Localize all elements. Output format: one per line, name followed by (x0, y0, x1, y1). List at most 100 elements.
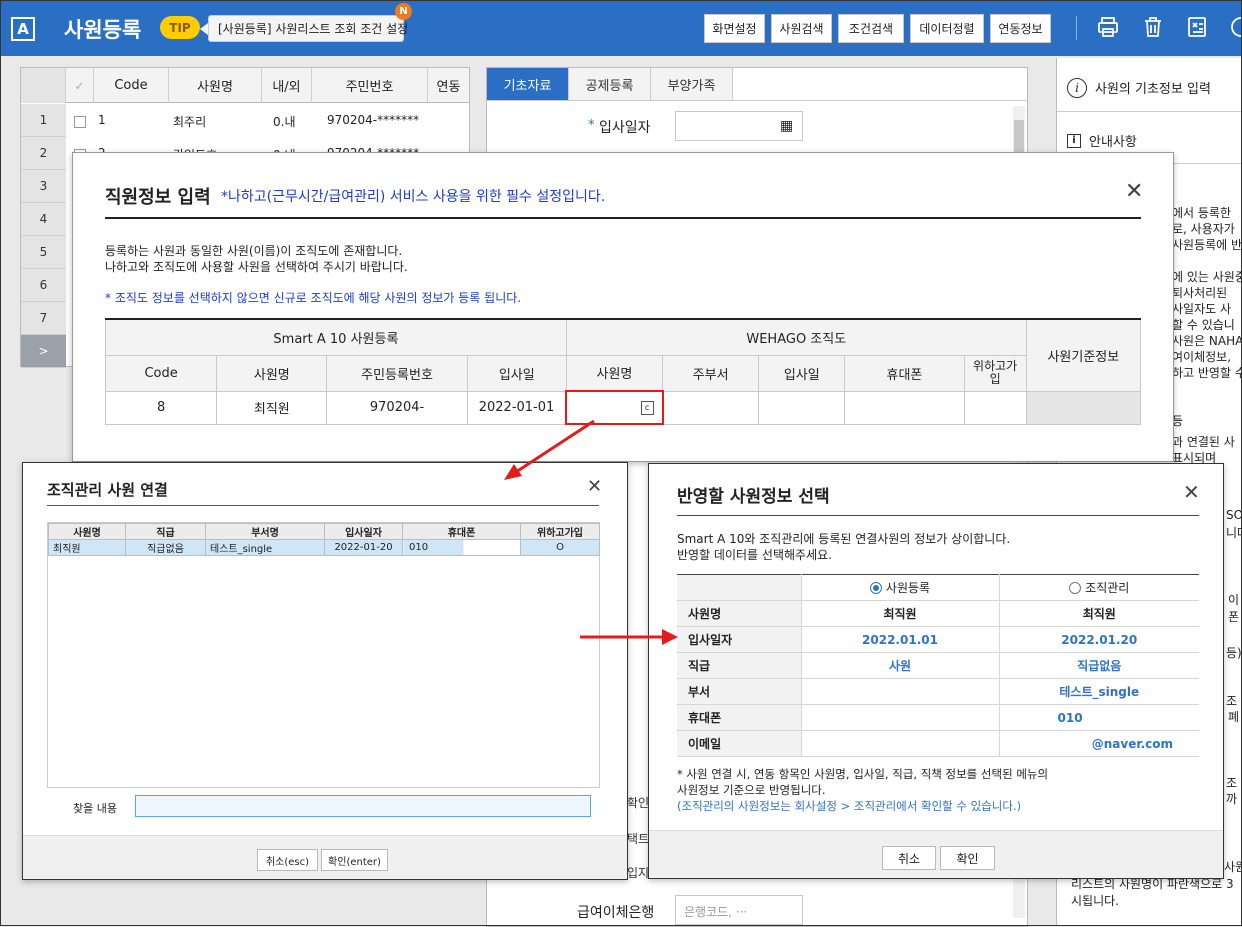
help-text-fragment: 사원등록에 반 (1172, 238, 1242, 252)
col-header: 사원명 (565, 354, 664, 392)
select-all-check[interactable]: ✓ (66, 68, 94, 103)
col-resident-id[interactable]: 주민번호 (312, 68, 428, 103)
text-fragment: 택트 (627, 832, 650, 846)
tip-arrow (200, 23, 208, 35)
value-a: 사원 (801, 652, 1000, 679)
col-header: 주부서 (662, 354, 760, 392)
search-input[interactable] (135, 795, 591, 817)
employee-search-button[interactable]: 사원검색 (771, 14, 832, 43)
col-header: 사원명 (216, 354, 328, 392)
calendar-icon[interactable]: ▦ (780, 118, 793, 134)
table-row[interactable]: 최직원 직급없음 테스트_single 2022-01-20 010 O (48, 539, 600, 556)
help-text-fragment: 사원 (1224, 860, 1242, 874)
notice-icon: i (1067, 133, 1081, 148)
more-icon[interactable] (1226, 12, 1242, 42)
dialog-title: 직원정보 입력 (105, 187, 211, 208)
cell-phone (844, 390, 965, 425)
dialog-note: * 조직도 정보를 선택하지 않으면 신규로 조직도에 해당 사원의 정보가 등… (105, 291, 522, 305)
col-type[interactable]: 내/외 (262, 68, 312, 103)
dialog-desc: Smart A 10와 조직관리에 등록된 연결사원의 정보가 상이합니다. (677, 532, 1011, 546)
dialog-note: * 사원 연결 시, 연동 항목인 사원명, 입사일, 직급, 직책 정보를 선… (677, 767, 1049, 781)
mapping-table: Smart A 10 사원등록 WEHAGO 조직도 사원기준정보 Code 사… (104, 318, 1142, 425)
value-a (801, 678, 1000, 705)
col-header: 휴대폰 (402, 523, 521, 540)
condition-search-button[interactable]: 조건검색 (838, 14, 904, 43)
col-header: 직급 (125, 523, 206, 540)
data-sort-button[interactable]: 데이터정렬 (910, 14, 984, 43)
col-header: 위하고가입 (520, 523, 600, 540)
help-text-fragment: 까 (1226, 792, 1238, 806)
dialog-note: 사원정보 기준으로 반영됩니다. (677, 783, 826, 797)
row-name[interactable]: 최주리 (173, 113, 206, 130)
excel-icon[interactable] (1182, 12, 1212, 42)
row-label: 사원명 (677, 600, 802, 627)
search-label: 찾을 내용 (73, 802, 117, 815)
trash-icon[interactable] (1138, 12, 1168, 42)
row-label: 입사일자 (677, 626, 802, 653)
option-employee-reg[interactable]: 사원등록 (801, 574, 1000, 601)
cell-rank: 직급없음 (125, 539, 206, 556)
hire-date-input[interactable]: ▦ (675, 111, 803, 141)
row-label: 직급 (677, 652, 802, 679)
row-number: 1 (21, 104, 66, 137)
tip-badge[interactable]: TIP (160, 16, 200, 39)
col-header: 위하고가입 (963, 354, 1027, 392)
print-icon[interactable] (1093, 12, 1123, 42)
radio-unselected[interactable] (1069, 582, 1082, 594)
close-icon[interactable]: ✕ (1125, 181, 1143, 203)
bank-code-input[interactable]: 은행코드, ··· (675, 895, 803, 925)
text-fragment: 입지 (627, 866, 650, 880)
value-a (801, 704, 1000, 731)
cell-dept (662, 390, 760, 425)
help-text-fragment: 조 (1226, 694, 1238, 708)
radio-selected[interactable] (869, 582, 882, 594)
help-text-fragment: 시됩니다. (1071, 894, 1119, 908)
row-checkbox[interactable] (74, 116, 86, 128)
cell-name: 최직원 (216, 390, 328, 425)
row-number: 4 (21, 203, 66, 236)
close-icon[interactable]: ✕ (1183, 482, 1200, 502)
dialog-note-link: (조직관리의 사원정보는 회사설정 > 조직관리에서 확인할 수 있습니다.) (677, 799, 1022, 813)
help-text-fragment: 사원은 NAHAG (1172, 334, 1242, 348)
help-text-fragment: 등) (1226, 646, 1242, 660)
group-header: Smart A 10 사원등록 (105, 318, 567, 356)
page-title: 사원등록 (64, 18, 142, 42)
tab-dependents[interactable]: 부양가족 (651, 68, 733, 100)
org-name-lookup-cell[interactable]: c (565, 390, 664, 425)
help-text-fragment: 니다 (1226, 526, 1242, 540)
ok-button[interactable]: 확인(enter) (321, 849, 388, 871)
tip-text[interactable]: [사원등록] 사원리스트 조회 조건 설정 (208, 15, 408, 42)
link-info-button[interactable]: 연동정보 (990, 14, 1051, 43)
close-icon[interactable]: ✕ (587, 478, 602, 496)
cancel-button[interactable]: 취소 (882, 846, 936, 870)
value-b: @naver.com (999, 730, 1199, 757)
help-text-fragment: 하고 반영할 수 (1172, 366, 1242, 380)
ok-button[interactable]: 확인 (940, 846, 995, 870)
help-text-fragment: 과 연결된 사 (1172, 435, 1235, 449)
cell-standard (1025, 390, 1142, 425)
org-link-dialog: 조직관리 사원 연결 ✕ 사원명 직급 부서명 입사일자 휴대폰 위하고가입 최… (22, 462, 628, 880)
required-mark: * (588, 118, 595, 133)
cancel-button[interactable]: 취소(esc) (257, 849, 318, 871)
value-b: 테스트_single (999, 678, 1199, 705)
col-code[interactable]: Code (94, 68, 169, 103)
value-b: 최직원 (999, 600, 1199, 627)
screen-settings-button[interactable]: 화면설정 (704, 14, 765, 43)
cell-joined: O (520, 539, 600, 556)
app-icon[interactable]: A (11, 17, 35, 41)
value-a: 최직원 (801, 600, 1000, 627)
lookup-icon[interactable]: c (640, 401, 654, 415)
col-name[interactable]: 사원명 (169, 68, 262, 103)
option-org-mgmt[interactable]: 조직관리 (999, 574, 1199, 601)
col-link[interactable]: 연동 (428, 68, 469, 103)
tab-basic[interactable]: 기초자료 (487, 68, 569, 100)
help-item-basic[interactable]: i 사원의 기초정보 입력 (1057, 64, 1242, 112)
help-text-fragment: SO. (1226, 508, 1242, 522)
cell-hire-date: 2022-01-01 (466, 390, 567, 425)
row-label: 휴대폰 (677, 704, 802, 731)
help-item-label: 안내사항 (1089, 135, 1137, 150)
row-type: 0.내 (273, 115, 296, 129)
col-header: 입사일 (758, 354, 846, 392)
help-text-fragment: 할 수 있습니 (1172, 318, 1235, 332)
tab-deduction[interactable]: 공제등록 (569, 68, 651, 100)
